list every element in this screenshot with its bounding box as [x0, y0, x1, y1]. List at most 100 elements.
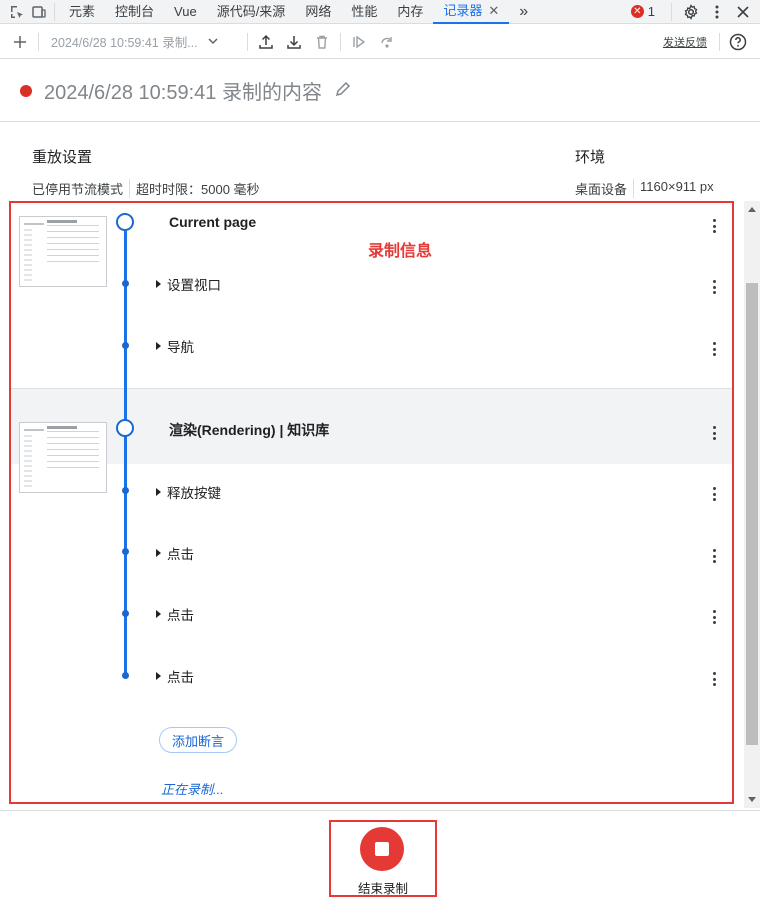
step-node: [122, 610, 129, 617]
expand-triangle-icon: [156, 610, 161, 618]
help-icon[interactable]: [724, 28, 752, 56]
step-node: [122, 342, 129, 349]
section-title: Current page: [169, 214, 257, 230]
recording-header: 2024/6/28 10:59:41 录制的内容: [0, 60, 760, 122]
steps-panel: 录制信息 Current page 设置视口 导航 渲染(Rendering) …: [9, 201, 734, 804]
section-menu-icon[interactable]: [708, 217, 720, 235]
step-over-icon[interactable]: [373, 28, 401, 56]
recording-select[interactable]: 2024/6/28 10:59:41 录制...: [43, 32, 243, 51]
error-count: 1: [647, 4, 655, 19]
step-label: 点击: [167, 608, 194, 623]
settings-section: 重放设置 已停用节流模式 超时时限：5000 毫秒 环境 桌面设备 1160×9…: [0, 124, 760, 202]
stop-recording-button[interactable]: [360, 827, 404, 871]
tab-vue[interactable]: Vue: [164, 0, 207, 24]
divider: [719, 32, 720, 51]
step-label: 释放按键: [167, 486, 221, 501]
recording-title: 2024/6/28 10:59:41 录制的内容: [44, 82, 322, 104]
scroll-up-arrow-icon[interactable]: [748, 207, 756, 212]
device-type: 桌面设备: [575, 182, 628, 197]
step-item[interactable]: 设置视口: [156, 274, 221, 294]
step-item[interactable]: 导航: [156, 336, 194, 356]
devtools-tabbar: 元素 控制台 Vue 源代码/来源 网络 性能 内存 记录器 ✕ » ✕ 1: [0, 0, 760, 24]
expand-triangle-icon: [156, 342, 161, 350]
step-menu-icon[interactable]: [708, 340, 720, 358]
tab-console[interactable]: 控制台: [105, 0, 164, 24]
divider: [340, 32, 341, 51]
step-menu-icon[interactable]: [708, 547, 720, 565]
tab-memory[interactable]: 内存: [387, 0, 433, 24]
expand-triangle-icon: [156, 549, 161, 557]
replay-settings: 重放设置 已停用节流模式 超时时限：5000 毫秒: [32, 146, 266, 198]
expand-triangle-icon: [156, 488, 161, 496]
settings-gear-icon[interactable]: [680, 1, 702, 23]
send-feedback-link[interactable]: 发送反馈: [663, 34, 715, 50]
section-title: 渲染(Rendering) | 知识库: [169, 422, 330, 438]
step-menu-icon[interactable]: [708, 608, 720, 626]
step-label: 设置视口: [167, 278, 221, 293]
chevron-down-icon: [208, 35, 218, 49]
step-label: 点击: [167, 547, 194, 562]
scroll-down-arrow-icon[interactable]: [748, 797, 756, 802]
section-menu-icon[interactable]: [708, 424, 720, 442]
viewport-size: 1160×911 px: [633, 179, 720, 198]
divider: [671, 2, 672, 21]
step-menu-icon[interactable]: [708, 278, 720, 296]
throttling-setting[interactable]: 已停用节流模式: [32, 179, 129, 198]
step-node: [122, 487, 129, 494]
timeout-setting[interactable]: 超时时限：5000 毫秒: [129, 179, 266, 198]
more-tabs-button[interactable]: »: [509, 0, 538, 24]
delete-icon[interactable]: [308, 28, 336, 56]
close-devtools-icon[interactable]: [732, 1, 754, 23]
step-label: 导航: [167, 340, 194, 355]
tab-sources[interactable]: 源代码/来源: [207, 0, 296, 24]
inspect-element-icon[interactable]: [6, 1, 28, 23]
step-menu-icon[interactable]: [708, 485, 720, 503]
divider: [54, 2, 55, 21]
error-counter[interactable]: ✕ 1: [623, 4, 663, 19]
step-menu-icon[interactable]: [708, 670, 720, 688]
page-screenshot-thumbnail[interactable]: [19, 216, 107, 287]
environment-heading: 环境: [575, 149, 606, 166]
section-node: [116, 419, 134, 437]
import-icon[interactable]: [280, 28, 308, 56]
step-node: [122, 672, 129, 679]
annotation-label: 录制信息: [368, 243, 433, 260]
create-recording-button[interactable]: [6, 28, 34, 56]
vertical-scrollbar[interactable]: [744, 201, 760, 808]
tab-recorder-label: 记录器: [443, 2, 483, 18]
edit-title-icon[interactable]: [334, 80, 352, 101]
step-item[interactable]: 点击: [156, 543, 194, 563]
export-icon[interactable]: [252, 28, 280, 56]
tab-elements[interactable]: 元素: [59, 0, 105, 24]
panel-tabs: 元素 控制台 Vue 源代码/来源 网络 性能 内存 记录器 ✕ »: [59, 0, 538, 24]
error-icon: ✕: [630, 5, 644, 18]
recording-status: 正在录制...: [161, 782, 224, 797]
divider: [247, 32, 248, 51]
divider: [0, 810, 760, 811]
device-toolbar-icon[interactable]: [28, 1, 50, 23]
scrollbar-thumb[interactable]: [746, 283, 758, 745]
step-label: 点击: [167, 670, 194, 685]
tab-network[interactable]: 网络: [295, 0, 341, 24]
recording-indicator-icon: [20, 84, 32, 97]
more-options-icon[interactable]: [706, 1, 728, 23]
recorder-toolbar: 2024/6/28 10:59:41 录制... 发送反馈: [0, 25, 760, 59]
step-item[interactable]: 点击: [156, 604, 194, 624]
replay-icon[interactable]: [345, 28, 373, 56]
step-item[interactable]: 点击: [156, 666, 194, 686]
recording-select-value: 2024/6/28 10:59:41 录制...: [51, 36, 198, 50]
tab-performance[interactable]: 性能: [341, 0, 387, 24]
replay-settings-heading: 重放设置: [32, 149, 93, 166]
step-node: [122, 548, 129, 555]
expand-triangle-icon: [156, 280, 161, 288]
step-item[interactable]: 释放按键: [156, 482, 221, 502]
environment-settings: 环境 桌面设备 1160×911 px: [575, 146, 720, 198]
stop-icon: [375, 842, 389, 856]
tab-recorder[interactable]: 记录器 ✕: [433, 0, 510, 24]
stop-recording-label: 结束录制: [357, 882, 408, 896]
add-assertion-button[interactable]: 添加断言: [159, 727, 238, 753]
close-tab-icon[interactable]: ✕: [488, 0, 499, 23]
page-screenshot-thumbnail[interactable]: [19, 422, 107, 493]
step-node: [122, 280, 129, 287]
tabbar-right: ✕ 1: [623, 1, 760, 23]
